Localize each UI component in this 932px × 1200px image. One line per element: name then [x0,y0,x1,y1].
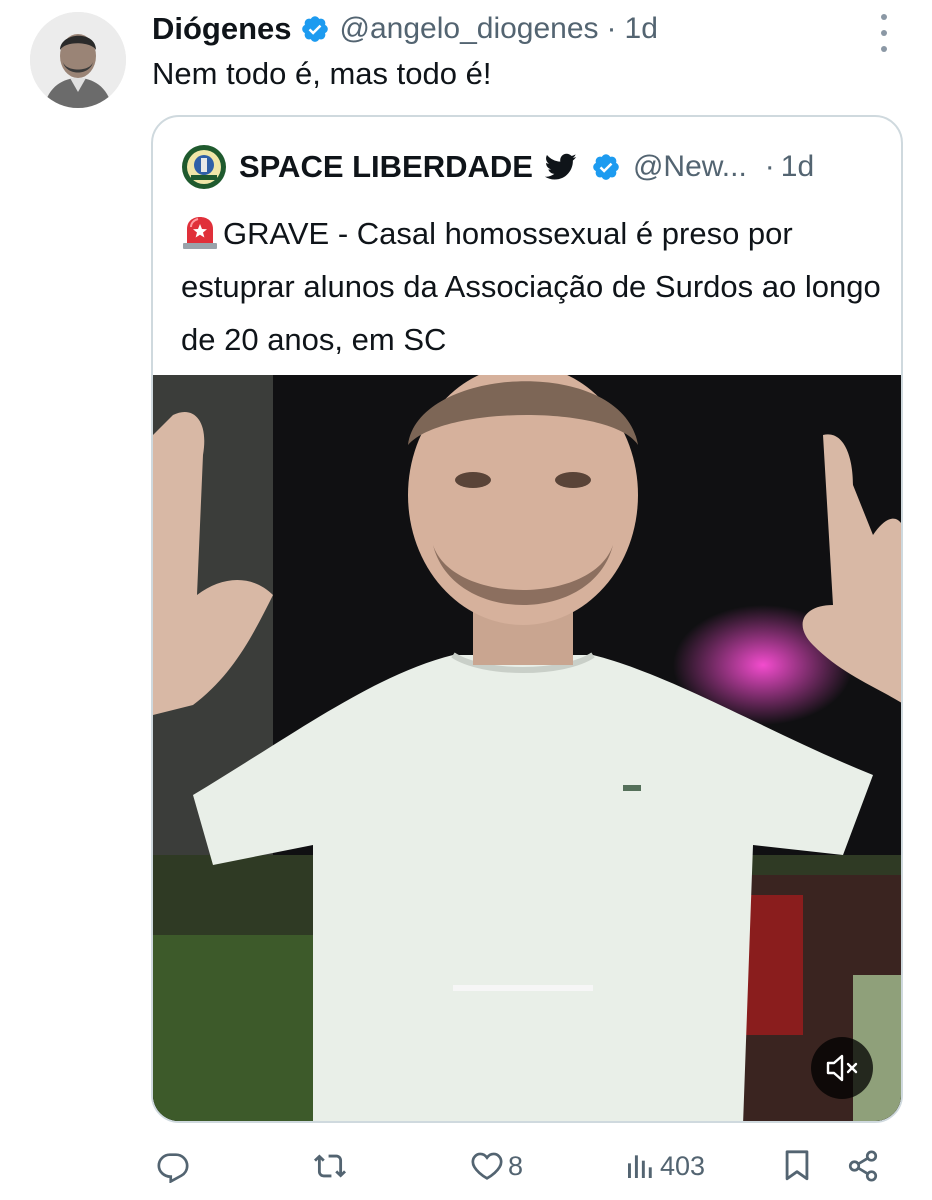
tweet-header: Diógenes @angelo_diogenes · 1d [152,8,852,50]
retweet-button[interactable] [312,1146,352,1186]
space-liberdade-avatar [182,145,226,189]
avatar-photo [30,12,126,108]
siren-emoji-icon [183,217,217,249]
twitter-bird-icon [544,153,577,180]
more-icon[interactable] [870,14,898,52]
quoted-tweet-text: GRAVE - Casal homossexual é preso por es… [181,216,881,357]
author-handle[interactable]: @angelo_diogenes [340,12,599,46]
mute-button[interactable] [811,1037,873,1099]
quoted-tweet-card[interactable]: SPACE LIBERDADE @New... · 1d GRAVE - Cas… [151,115,903,1123]
views-count: 403 [660,1150,706,1181]
like-button[interactable]: 8 [470,1146,523,1186]
reply-icon [157,1153,189,1183]
author-avatar[interactable] [30,12,126,108]
share-icon [848,1150,878,1182]
quoted-author-handle[interactable]: @New... [633,150,747,184]
mute-icon [826,1054,858,1082]
timestamp[interactable]: 1d [625,12,658,46]
tweet-actions: 8 403 [152,1140,912,1190]
quoted-tweet-text-container: GRAVE - Casal homossexual é preso por es… [181,207,881,366]
views-icon [628,1155,652,1178]
like-count: 8 [508,1150,524,1181]
share-button[interactable] [846,1146,880,1186]
separator-dot: · [606,12,617,45]
bookmark-icon [785,1150,809,1181]
retweet-icon [313,1154,347,1178]
quoted-author-name[interactable]: SPACE LIBERDADE [239,149,533,185]
video-frame [153,375,901,1121]
bookmark-button[interactable] [782,1146,812,1186]
like-icon [471,1152,503,1180]
tweet-text: Nem todo é, mas todo é! [152,56,492,91]
quoted-verified-badge-icon [593,154,619,180]
quoted-tweet-header: SPACE LIBERDADE @New... · 1d [181,143,873,191]
verified-badge-icon [301,16,328,42]
reply-button[interactable] [156,1146,194,1186]
author-name[interactable]: Diógenes [152,11,292,47]
views-button[interactable]: 403 [624,1146,705,1186]
quoted-separator-dot: · [764,150,775,183]
quoted-timestamp[interactable]: 1d [781,150,814,184]
video-player[interactable] [153,375,901,1121]
